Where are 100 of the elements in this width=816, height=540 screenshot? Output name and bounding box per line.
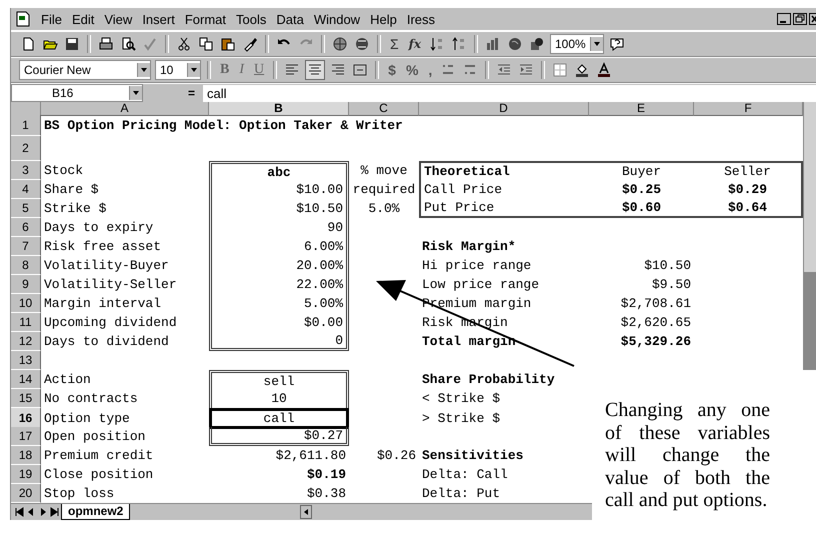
row-header[interactable]: 5 xyxy=(11,199,41,218)
copy-icon[interactable] xyxy=(197,35,215,53)
cell-text: 90 xyxy=(327,220,343,235)
row-header[interactable]: 19 xyxy=(11,465,41,484)
menu-item[interactable]: View xyxy=(100,12,136,26)
sheet-tab[interactable]: opmnew2 xyxy=(61,504,130,520)
zoom-dropdown[interactable]: 100% xyxy=(550,34,604,54)
cell-text: Share Probability xyxy=(422,372,555,387)
number-format-button[interactable]: , xyxy=(425,62,436,78)
cell-text: $0.26 xyxy=(376,448,416,463)
number-format-button[interactable]: % xyxy=(402,62,422,78)
row-header[interactable]: 3 xyxy=(11,161,41,180)
row-header[interactable]: 11 xyxy=(11,313,41,332)
menu-item[interactable]: Edit xyxy=(68,12,98,26)
first-sheet-icon[interactable] xyxy=(13,505,25,519)
cell-text: abc xyxy=(267,164,291,180)
restore-icon[interactable] xyxy=(793,13,807,25)
document-icon[interactable] xyxy=(15,11,31,27)
cell-text: Days to expiry xyxy=(44,220,154,235)
cell-text: Share $ xyxy=(44,182,99,197)
cell-text: Risk Margin* xyxy=(422,239,516,254)
menu-item[interactable]: Help xyxy=(366,12,401,26)
last-sheet-icon[interactable] xyxy=(49,505,61,519)
menu-item[interactable]: Data xyxy=(272,12,308,26)
row-header[interactable]: 1 xyxy=(11,115,41,136)
minimize-icon[interactable] xyxy=(777,13,791,25)
row-header[interactable]: 18 xyxy=(11,446,41,465)
menu-item[interactable]: Tools xyxy=(232,12,270,26)
function-button[interactable]: fx xyxy=(406,37,424,51)
cell-text: sell xyxy=(263,374,295,388)
cell-text: Strike $ xyxy=(44,201,106,216)
center-icon[interactable] xyxy=(305,60,326,80)
sum-button[interactable]: Σ xyxy=(387,36,402,52)
row-header[interactable]: 15 xyxy=(11,389,41,408)
vertical-scrollbar[interactable] xyxy=(803,102,816,370)
cell-text: $0.60 xyxy=(622,200,661,215)
font-dropdown[interactable]: Courier New xyxy=(19,60,151,80)
cell-text: Low price range xyxy=(422,277,540,292)
menu-item[interactable]: Iress xyxy=(402,12,439,26)
cell-text: 20.00% xyxy=(296,258,343,273)
cell-text: $0.27 xyxy=(304,428,343,442)
row-header[interactable]: 13 xyxy=(11,351,41,370)
row-header[interactable]: 8 xyxy=(11,256,41,275)
row-header[interactable]: 9 xyxy=(11,275,41,294)
cell-text: Upcoming dividend xyxy=(44,315,177,330)
number-format-button[interactable]: $ xyxy=(385,62,399,78)
cell-text: 6.00% xyxy=(304,239,343,254)
menu-item[interactable]: File xyxy=(37,12,66,26)
row-header[interactable]: 16 xyxy=(11,408,41,429)
cell-text: call xyxy=(263,411,295,426)
cell-text: required xyxy=(352,182,416,197)
cell-text: Call Price xyxy=(424,182,502,197)
cell-text: Action xyxy=(44,372,91,387)
row-header[interactable]: 4 xyxy=(11,180,41,199)
menu-item[interactable]: Format xyxy=(180,12,230,26)
column-header[interactable]: C xyxy=(349,102,419,116)
column-header[interactable]: B xyxy=(209,102,349,116)
menu-item[interactable]: Window xyxy=(310,12,364,26)
menu-item[interactable]: Insert xyxy=(138,12,179,26)
cell-text: Volatility-Seller xyxy=(44,277,177,292)
name-box[interactable]: B16 xyxy=(11,84,143,102)
cell-text: % move xyxy=(360,163,408,178)
row-header[interactable]: 10 xyxy=(11,294,41,313)
cell-text: $10.00 xyxy=(296,182,343,197)
cell-text: Volatility-Buyer xyxy=(44,258,169,273)
cell-text: $0.19 xyxy=(306,467,346,482)
cell-text: 5.0% xyxy=(368,201,400,216)
cell-text: No contracts xyxy=(44,391,138,406)
column-header[interactable]: E xyxy=(589,102,694,116)
cell-text: BS Option Pricing Model: Option Taker & Writer xyxy=(44,118,403,133)
cell-text: Delta: Call xyxy=(422,467,508,482)
cell-text: Margin interval xyxy=(44,296,162,311)
globe-icon[interactable] xyxy=(331,35,349,53)
cell-text: $0.38 xyxy=(306,486,346,501)
scroll-left-icon[interactable] xyxy=(300,505,312,519)
cell-text: Option type xyxy=(44,411,130,426)
cell-text: > Strike $ xyxy=(422,411,500,426)
font-size-dropdown[interactable]: 10 xyxy=(155,60,201,80)
equals-sign: = xyxy=(186,86,196,100)
cell-text: $5,329.26 xyxy=(620,334,691,349)
row-header[interactable]: 17 xyxy=(11,427,41,446)
column-header[interactable]: D xyxy=(419,102,589,116)
formula-field[interactable]: call xyxy=(203,84,816,102)
row-header[interactable]: 2 xyxy=(11,136,41,161)
cell-text: $0.29 xyxy=(728,182,767,197)
close-icon[interactable] xyxy=(809,13,816,25)
column-header[interactable]: F xyxy=(694,102,803,116)
row-header[interactable]: 14 xyxy=(11,370,41,389)
cell-text: $0.64 xyxy=(728,200,767,215)
cell-text: Stop loss xyxy=(44,486,114,501)
cell-text: Stock xyxy=(44,163,84,178)
row-header[interactable]: 12 xyxy=(11,332,41,351)
save-icon[interactable] xyxy=(63,35,81,53)
row-header[interactable]: 7 xyxy=(11,237,41,256)
column-header[interactable]: A xyxy=(41,102,209,116)
row-header[interactable]: 6 xyxy=(11,218,41,237)
row-header[interactable]: 20 xyxy=(11,484,41,503)
cell-text: $2,611.80 xyxy=(276,448,346,463)
cell-text: Sensitivities xyxy=(422,448,524,463)
cell-text: 5.00% xyxy=(304,296,343,311)
